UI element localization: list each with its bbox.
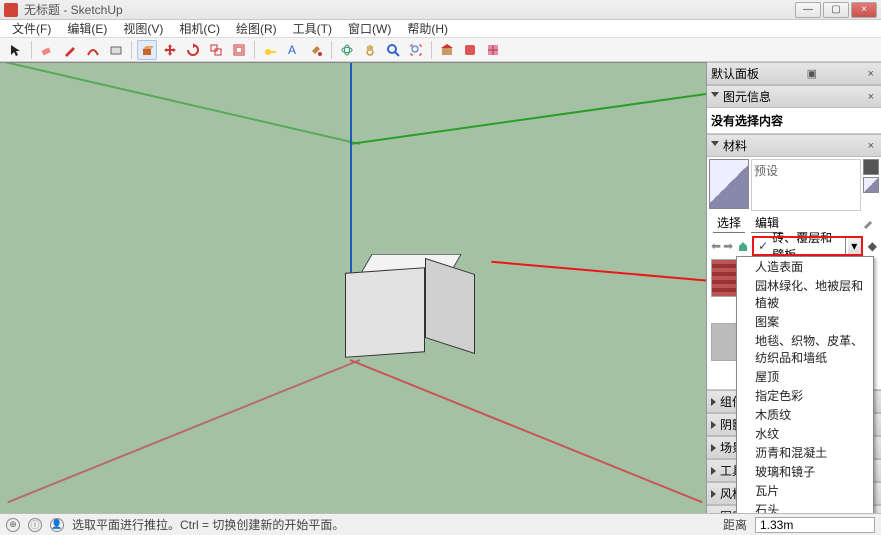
axis-red xyxy=(350,359,703,503)
extension-tool[interactable] xyxy=(460,40,480,60)
menu-help[interactable]: 帮助(H) xyxy=(401,20,454,37)
entity-info-title: 图元信息 xyxy=(723,88,771,105)
expand-icon xyxy=(711,467,716,475)
default-material-button[interactable] xyxy=(863,177,879,193)
arc-tool[interactable] xyxy=(83,40,103,60)
3d-viewport[interactable] xyxy=(0,62,706,513)
zoom-tool[interactable] xyxy=(383,40,403,60)
tray-close-icon[interactable]: × xyxy=(865,68,877,80)
menu-view[interactable]: 视图(V) xyxy=(117,20,169,37)
expand-icon xyxy=(711,444,716,452)
move-tool[interactable] xyxy=(160,40,180,60)
panel-close-icon[interactable]: × xyxy=(865,140,877,152)
dd-item[interactable]: 瓦片 xyxy=(737,481,873,500)
entity-info-body: 没有选择内容 xyxy=(707,108,881,134)
annotation-arrow xyxy=(491,261,706,295)
nav-fwd-icon[interactable]: ➡ xyxy=(723,239,733,253)
expand-icon xyxy=(711,490,716,498)
material-preview-swatch[interactable] xyxy=(709,159,749,209)
window-title: 无标题 - SketchUp xyxy=(24,1,795,18)
panel-close-icon[interactable]: × xyxy=(865,91,877,103)
offset-tool[interactable] xyxy=(229,40,249,60)
material-library-menu: 人造表面 园林绿化、地被层和植被 图案 地毯、织物、皮革、纺织品和墙纸 屋顶 指… xyxy=(736,256,874,513)
axis-red-neg xyxy=(7,359,360,503)
dd-item[interactable]: 沥青和混凝土 xyxy=(737,443,873,462)
menu-camera[interactable]: 相机(C) xyxy=(173,20,226,37)
axis-green xyxy=(350,93,706,145)
axis-green-neg xyxy=(0,62,360,145)
dd-item[interactable]: 屋顶 xyxy=(737,367,873,386)
entity-info-text: 没有选择内容 xyxy=(711,114,783,128)
create-material-button[interactable] xyxy=(863,159,879,175)
nav-back-icon[interactable]: ⬅ xyxy=(711,239,721,253)
menu-window[interactable]: 窗口(W) xyxy=(342,20,397,37)
maximize-button[interactable]: ▢ xyxy=(823,2,849,18)
statusbar: ⊕ ⓘ 👤 选取平面进行推拉。Ctrl = 切换创建新的开始平面。 距离 1.3… xyxy=(0,513,881,535)
dropdown-button[interactable]: ▾ xyxy=(848,237,862,255)
dd-item[interactable]: 水纹 xyxy=(737,424,873,443)
minimize-button[interactable]: — xyxy=(795,2,821,18)
details-icon[interactable]: ◆ xyxy=(868,239,877,253)
menu-draw[interactable]: 绘图(R) xyxy=(230,20,283,37)
distance-label: 距离 xyxy=(723,516,747,533)
expand-icon xyxy=(711,421,716,429)
select-tool[interactable] xyxy=(6,40,26,60)
dd-item[interactable]: 图案 xyxy=(737,312,873,331)
dd-item[interactable]: 玻璃和镜子 xyxy=(737,462,873,481)
menu-edit[interactable]: 编辑(E) xyxy=(61,20,113,37)
panel-materials-header[interactable]: 材料 × xyxy=(707,134,881,157)
eyedropper-icon[interactable] xyxy=(861,216,875,230)
zoom-extents-tool[interactable] xyxy=(406,40,426,60)
home-icon[interactable] xyxy=(735,238,751,254)
materials-title: 材料 xyxy=(723,137,747,154)
material-name-field[interactable]: 预设 xyxy=(751,159,861,211)
scale-tool[interactable] xyxy=(206,40,226,60)
collapse-icon xyxy=(711,92,719,101)
rotate-tool[interactable] xyxy=(183,40,203,60)
dd-item[interactable]: 指定色彩 xyxy=(737,386,873,405)
dd-item[interactable]: 木质纹 xyxy=(737,405,873,424)
cube-model[interactable] xyxy=(345,248,465,368)
close-button[interactable]: × xyxy=(851,2,877,18)
signin-icon[interactable]: 👤 xyxy=(50,518,64,532)
tray-pin-icon[interactable]: ▣ xyxy=(804,67,820,80)
pencil-tool[interactable] xyxy=(60,40,80,60)
credits-icon[interactable]: ⓘ xyxy=(28,518,42,532)
dd-item[interactable]: 地毯、织物、皮革、纺织品和墙纸 xyxy=(737,331,873,367)
collapse-icon xyxy=(711,141,719,150)
orbit-tool[interactable] xyxy=(337,40,357,60)
dd-item[interactable]: 园林绿化、地被层和植被 xyxy=(737,276,873,312)
menu-file[interactable]: 文件(F) xyxy=(6,20,57,37)
pan-tool[interactable] xyxy=(360,40,380,60)
warehouse-tool[interactable] xyxy=(437,40,457,60)
text-tool[interactable]: A xyxy=(283,40,303,60)
paint-tool[interactable] xyxy=(306,40,326,60)
panel-entity-info-header[interactable]: 图元信息 × xyxy=(707,85,881,108)
tab-select[interactable]: 选择 xyxy=(713,213,745,233)
menubar: 文件(F) 编辑(E) 视图(V) 相机(C) 绘图(R) 工具(T) 窗口(W… xyxy=(0,20,881,38)
dd-item[interactable]: 人造表面 xyxy=(737,257,873,276)
toolbar: A xyxy=(0,38,881,62)
geo-icon[interactable]: ⊕ xyxy=(6,518,20,532)
rect-tool[interactable] xyxy=(106,40,126,60)
default-tray: 默认面板 ▣ × 图元信息 × 没有选择内容 材料 × 预设 xyxy=(706,62,881,513)
svg-text:A: A xyxy=(288,43,296,57)
pushpull-tool[interactable] xyxy=(137,40,157,60)
material-library-dropdown[interactable]: ✓ 砖、覆层和壁板 人造表面 园林绿化、地被层和植被 图案 地毯、织物、皮革、纺… xyxy=(753,237,846,255)
addlocation-tool[interactable] xyxy=(483,40,503,60)
menu-tools[interactable]: 工具(T) xyxy=(287,20,338,37)
app-icon xyxy=(4,3,18,17)
eraser-tool[interactable] xyxy=(37,40,57,60)
status-hint: 选取平面进行推拉。Ctrl = 切换创建新的开始平面。 xyxy=(72,516,715,533)
tape-tool[interactable] xyxy=(260,40,280,60)
expand-icon xyxy=(711,398,716,406)
check-icon: ✓ xyxy=(758,239,768,253)
vcb-input[interactable]: 1.33m xyxy=(755,517,875,533)
tray-header[interactable]: 默认面板 ▣ × xyxy=(707,62,881,85)
tray-title: 默认面板 xyxy=(711,65,759,82)
dd-item[interactable]: 石头 xyxy=(737,500,873,513)
